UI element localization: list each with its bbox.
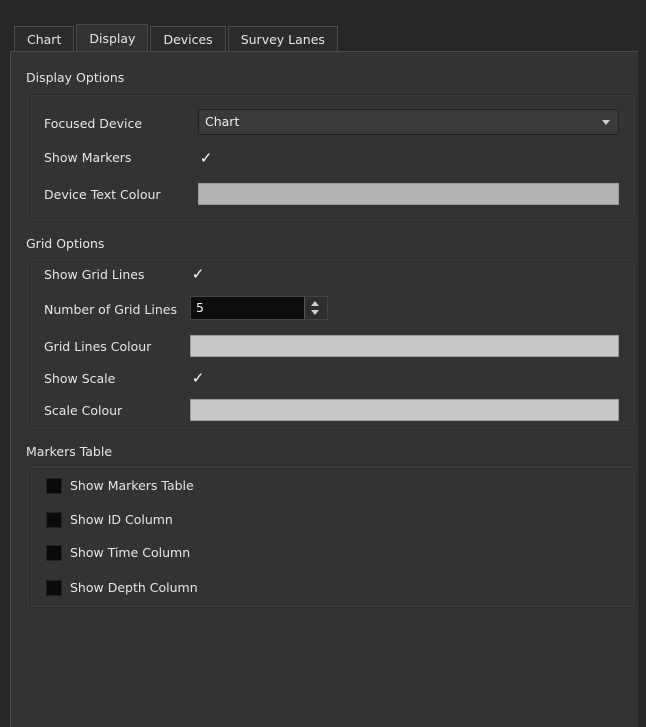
- tab-chart[interactable]: Chart: [14, 26, 75, 52]
- scale-colour-label: Scale Colour: [44, 403, 123, 418]
- show-depth-column-checkbox[interactable]: [46, 580, 62, 596]
- grid-options-title: Grid Options: [26, 236, 105, 251]
- grid-lines-colour-swatch[interactable]: [190, 335, 619, 357]
- show-scale-label: Show Scale: [44, 371, 116, 386]
- grid-lines-colour-label: Grid Lines Colour: [44, 339, 152, 354]
- show-grid-lines-checkbox[interactable]: ✓: [190, 266, 206, 282]
- show-markers-label: Show Markers: [44, 150, 132, 165]
- show-markers-table-label: Show Markers Table: [70, 478, 194, 493]
- tab-display[interactable]: Display: [76, 24, 149, 53]
- spin-down-icon[interactable]: [311, 310, 319, 315]
- device-text-colour-label: Device Text Colour: [44, 187, 161, 202]
- markers-table-title: Markers Table: [26, 444, 113, 459]
- focused-device-select[interactable]: Chart: [198, 109, 619, 135]
- scale-colour-swatch[interactable]: [190, 399, 619, 421]
- tab-survey-lanes[interactable]: Survey Lanes: [227, 26, 338, 52]
- device-text-colour-swatch[interactable]: [198, 183, 619, 205]
- show-time-column-label: Show Time Column: [70, 545, 191, 560]
- tab-bar: Chart Display Devices Survey Lanes: [14, 24, 340, 53]
- focused-device-value: Chart: [205, 114, 240, 129]
- tab-devices[interactable]: Devices: [150, 26, 226, 52]
- spin-buttons[interactable]: [304, 297, 327, 319]
- show-grid-lines-label: Show Grid Lines: [44, 267, 145, 282]
- chevron-down-icon: [602, 120, 610, 125]
- number-of-grid-lines-label: Number of Grid Lines: [44, 302, 177, 317]
- spin-up-icon[interactable]: [311, 301, 319, 306]
- number-of-grid-lines-value: 5: [196, 300, 204, 315]
- show-depth-column-label: Show Depth Column: [70, 580, 198, 595]
- window-edge: [0, 0, 10, 727]
- settings-window: Chart Display Devices Survey Lanes Displ…: [0, 0, 646, 727]
- show-id-column-checkbox[interactable]: [46, 512, 62, 528]
- show-markers-table-checkbox[interactable]: [46, 478, 62, 494]
- show-markers-checkbox[interactable]: ✓: [198, 150, 214, 166]
- show-time-column-checkbox[interactable]: [46, 545, 62, 561]
- number-of-grid-lines-spinbox[interactable]: 5: [190, 296, 328, 320]
- display-options-title: Display Options: [26, 70, 125, 85]
- show-id-column-label: Show ID Column: [70, 512, 173, 527]
- show-scale-checkbox[interactable]: ✓: [190, 370, 206, 386]
- focused-device-label: Focused Device: [44, 116, 143, 131]
